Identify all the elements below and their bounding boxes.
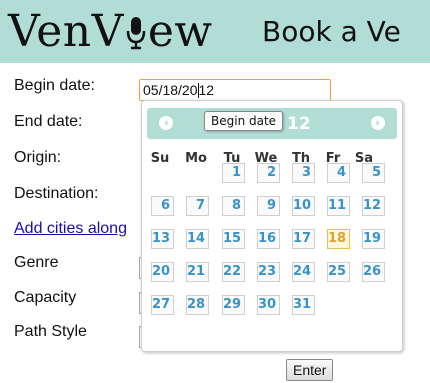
page-subtitle: Book a Ve: [262, 15, 401, 48]
calendar-day[interactable]: 5: [362, 163, 385, 183]
end-date-label: End date:: [14, 113, 83, 130]
calendar-day[interactable]: 10: [292, 196, 315, 216]
begin-date-value-start: 05/18/20: [143, 82, 198, 98]
header-banner: VenV ew Book a Ve: [0, 0, 430, 63]
datepicker-popup: 12 Su Mo Tu We Th Fr Sa 1 2 3 4 5 6 7 8 9 10 11 12 1…: [141, 100, 403, 352]
microphone-icon: [125, 10, 147, 54]
weekday-header: Mo: [185, 151, 207, 166]
begin-date-input[interactable]: 05/18/2012: [139, 79, 331, 101]
calendar-day[interactable]: 1: [222, 163, 245, 183]
begin-date-value-end: 12: [198, 82, 215, 98]
calendar-day[interactable]: 19: [362, 229, 385, 249]
chevron-right-icon: [376, 120, 380, 126]
calendar-day[interactable]: 14: [186, 229, 209, 249]
calendar-day[interactable]: 9: [257, 196, 280, 216]
calendar-day[interactable]: 12: [362, 196, 385, 216]
destination-label: Destination:: [14, 185, 99, 202]
calendar-day[interactable]: 22: [222, 262, 245, 282]
calendar-day[interactable]: 7: [186, 196, 209, 216]
logo-text-prefix: VenV: [8, 5, 124, 57]
prev-month-button[interactable]: [159, 116, 173, 130]
calendar-day[interactable]: 30: [257, 295, 280, 315]
calendar-day[interactable]: 23: [257, 262, 280, 282]
calendar-day[interactable]: 28: [186, 295, 209, 315]
logo-text-suffix: ew: [147, 5, 213, 57]
begin-date-tooltip: Begin date: [204, 111, 284, 131]
enter-button[interactable]: Enter: [286, 359, 334, 381]
path-style-label: Path Style: [14, 323, 87, 340]
origin-label: Origin:: [14, 149, 62, 166]
calendar-day[interactable]: 20: [151, 262, 174, 282]
chevron-left-icon: [164, 120, 168, 126]
calendar-day[interactable]: 26: [362, 262, 385, 282]
calendar-day[interactable]: 4: [327, 163, 350, 183]
calendar-day[interactable]: 8: [222, 196, 245, 216]
calendar-day[interactable]: 15: [222, 229, 245, 249]
calendar-day[interactable]: 18: [327, 229, 350, 249]
calendar-day[interactable]: 29: [222, 295, 245, 315]
calendar-day[interactable]: 17: [292, 229, 315, 249]
calendar-day[interactable]: 25: [327, 262, 350, 282]
calendar-day[interactable]: 27: [151, 295, 174, 315]
next-month-button[interactable]: [371, 116, 385, 130]
calendar-day[interactable]: 11: [327, 196, 350, 216]
genre-label: Genre: [14, 254, 59, 271]
calendar-day[interactable]: 6: [151, 196, 174, 216]
app-logo: VenV ew: [8, 0, 213, 63]
add-cities-link[interactable]: Add cities along: [14, 220, 142, 238]
calendar-day[interactable]: 24: [292, 262, 315, 282]
calendar-day[interactable]: 16: [257, 229, 280, 249]
calendar-day[interactable]: 21: [186, 262, 209, 282]
calendar-day[interactable]: 2: [257, 163, 280, 183]
calendar-day[interactable]: 31: [292, 295, 315, 315]
calendar-day[interactable]: 3: [292, 163, 315, 183]
begin-date-label: Begin date:: [14, 77, 95, 94]
capacity-label: Capacity: [14, 289, 77, 306]
weekday-header: Su: [150, 151, 170, 166]
calendar-day[interactable]: 13: [151, 229, 174, 249]
datepicker-title: 12: [287, 114, 311, 134]
